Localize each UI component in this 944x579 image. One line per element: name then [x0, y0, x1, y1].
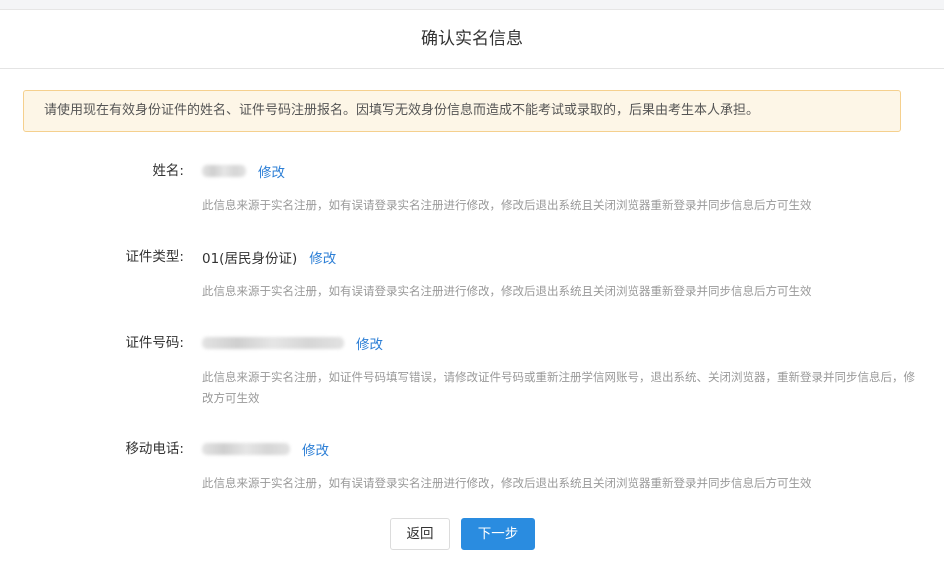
field-id-type-hint: 此信息来源于实名注册，如有误请登录实名注册进行修改，修改后退出系统且关闭浏览器重… [202, 284, 812, 298]
edit-name-link[interactable]: 修改 [258, 161, 285, 181]
edit-mobile-link[interactable]: 修改 [302, 439, 329, 459]
edit-id-type-link[interactable]: 修改 [309, 247, 336, 267]
redacted-name [202, 165, 246, 177]
field-name-hint: 此信息来源于实名注册，如有误请登录实名注册进行修改，修改后退出系统且关闭浏览器重… [202, 198, 812, 212]
field-name-row: 姓名: 修改 [0, 159, 944, 183]
redacted-mobile [202, 443, 290, 455]
field-mobile-value: 修改 [202, 437, 329, 461]
field-id-type-row: 证件类型: 01(居民身份证) 修改 [0, 245, 944, 269]
field-id-number-hint: 此信息来源于实名注册，如证件号码填写错误，请修改证件号码或重新注册学信网账号，退… [202, 370, 915, 405]
field-id-number-label: 证件号码: [125, 335, 184, 351]
id-type-text: 01(居民身份证) [202, 251, 298, 267]
field-name-label: 姓名: [152, 163, 184, 179]
edit-id-number-link[interactable]: 修改 [356, 333, 383, 353]
field-id-type-value: 01(居民身份证) 修改 [202, 245, 336, 269]
warning-notice: 请使用现在有效身份证件的姓名、证件号码注册报名。因填写无效身份信息而造成不能考试… [23, 90, 901, 132]
field-id-number-value: 修改 [202, 331, 383, 355]
field-id-type-label: 证件类型: [125, 249, 184, 265]
back-button[interactable]: 返回 [390, 518, 450, 550]
top-strip [0, 0, 944, 10]
redacted-id-number [202, 337, 344, 349]
field-name-value: 修改 [202, 159, 285, 183]
page-title: 确认实名信息 [421, 29, 523, 49]
field-mobile-hint: 此信息来源于实名注册，如有误请登录实名注册进行修改，修改后退出系统且关闭浏览器重… [202, 476, 812, 490]
field-id-number-row: 证件号码: 修改 [0, 331, 944, 355]
next-step-button[interactable]: 下一步 [461, 518, 535, 550]
field-mobile-label: 移动电话: [125, 441, 184, 457]
field-mobile-row: 移动电话: 修改 [0, 437, 944, 461]
title-divider [0, 68, 944, 69]
